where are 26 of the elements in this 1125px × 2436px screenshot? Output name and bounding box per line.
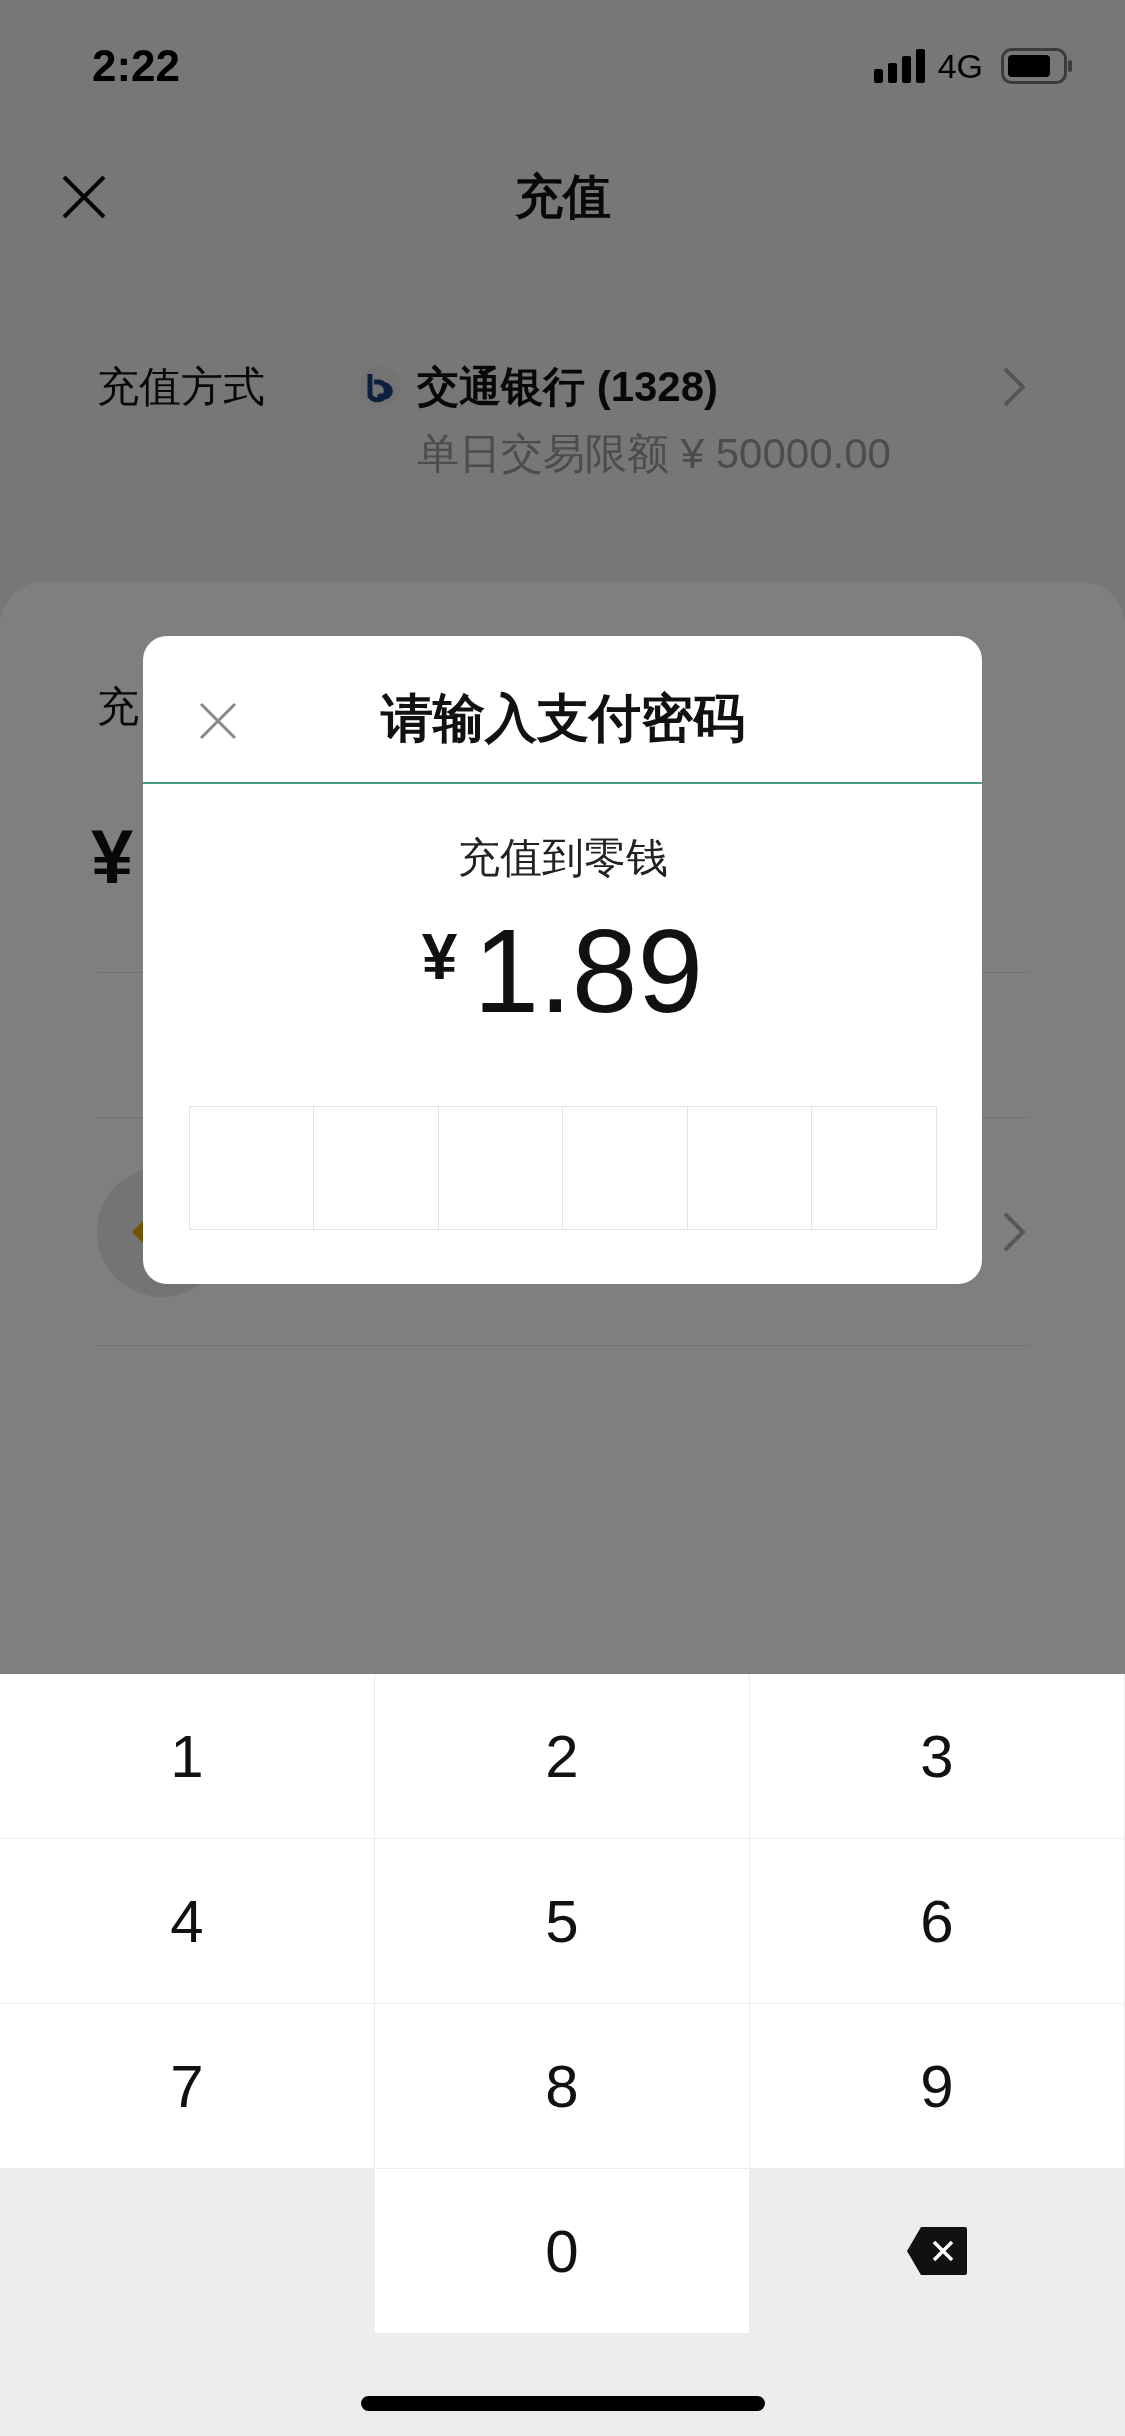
chevron-right-icon xyxy=(1003,1211,1025,1252)
digit-key[interactable]: 7 xyxy=(0,2004,375,2169)
digit-key[interactable]: 9 xyxy=(750,2004,1125,2169)
backspace-icon[interactable] xyxy=(907,2227,967,2275)
dialog-subtitle: 充值到零钱 xyxy=(457,833,668,883)
page-title: 充值 xyxy=(514,169,611,225)
digit-key[interactable]: 1 xyxy=(0,1674,375,1839)
amount-label: 充 xyxy=(97,682,140,732)
digit-key[interactable]: 2 xyxy=(375,1674,750,1839)
digit-key[interactable]: 3 xyxy=(750,1674,1125,1839)
digit-key[interactable]: 5 xyxy=(375,1839,750,2004)
digit-key[interactable]: 4 xyxy=(0,1839,375,2004)
status-time: 2:22 xyxy=(92,41,181,91)
digit-key[interactable]: 6 xyxy=(750,1839,1125,2004)
password-field[interactable] xyxy=(188,1106,937,1230)
close-icon[interactable] xyxy=(199,702,237,740)
currency-symbol: ¥ xyxy=(421,920,458,994)
digit-key[interactable]: 8 xyxy=(375,2004,750,2169)
chevron-right-icon xyxy=(1003,367,1025,407)
signal-icon xyxy=(873,49,928,83)
digit-key[interactable]: 0 xyxy=(375,2169,750,2334)
amount-value: 1.89 xyxy=(473,906,704,1036)
dialog-title: 请输入支付密码 xyxy=(380,688,745,749)
close-icon[interactable] xyxy=(62,175,106,219)
currency-symbol: ¥ xyxy=(91,813,134,901)
network-label: 4G xyxy=(937,46,983,86)
